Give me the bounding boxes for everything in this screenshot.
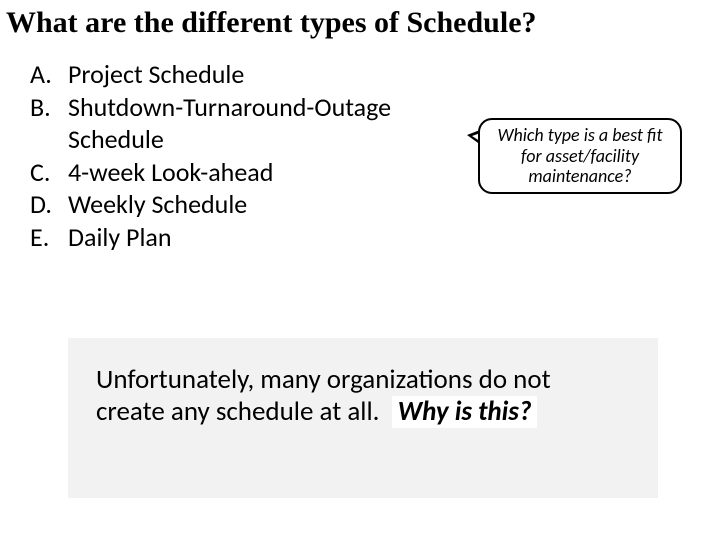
list-marker: A. (30, 58, 68, 91)
list-text: Weekly Schedule (68, 188, 247, 221)
list-item: E. Daily Plan (30, 221, 450, 254)
list-marker: E. (30, 221, 68, 254)
callout-text: Which type is a best fit for asset/facil… (490, 125, 670, 187)
why-question: Why is this? (392, 396, 538, 428)
list-marker: B. (30, 91, 68, 156)
slide: What are the different types of Schedule… (0, 0, 720, 540)
list-text: Project Schedule (68, 58, 244, 91)
slide-title: What are the different types of Schedule… (6, 6, 537, 39)
callout-bubble: Which type is a best fit for asset/facil… (478, 118, 682, 194)
list-text: 4-week Look-ahead (68, 156, 273, 189)
list-marker: C. (30, 156, 68, 189)
list-item: D. Weekly Schedule (30, 188, 450, 221)
schedule-type-list: A. Project Schedule B. Shutdown-Turnarou… (30, 58, 450, 253)
bottom-line1: Unfortunately, many organizations do not (96, 363, 551, 396)
list-text: Shutdown-Turnaround-Outage Schedule (68, 91, 450, 156)
bottom-line2-prefix: create any schedule at all. (96, 395, 380, 428)
list-marker: D. (30, 188, 68, 221)
list-item: B. Shutdown-Turnaround-Outage Schedule (30, 91, 450, 156)
bottom-note-box: Unfortunately, many organizations do not… (68, 338, 658, 498)
list-text: Daily Plan (68, 221, 172, 254)
bottom-note-text: Unfortunately, many organizations do not… (96, 364, 630, 428)
list-item: A. Project Schedule (30, 58, 450, 91)
list-item: C. 4-week Look-ahead (30, 156, 450, 189)
